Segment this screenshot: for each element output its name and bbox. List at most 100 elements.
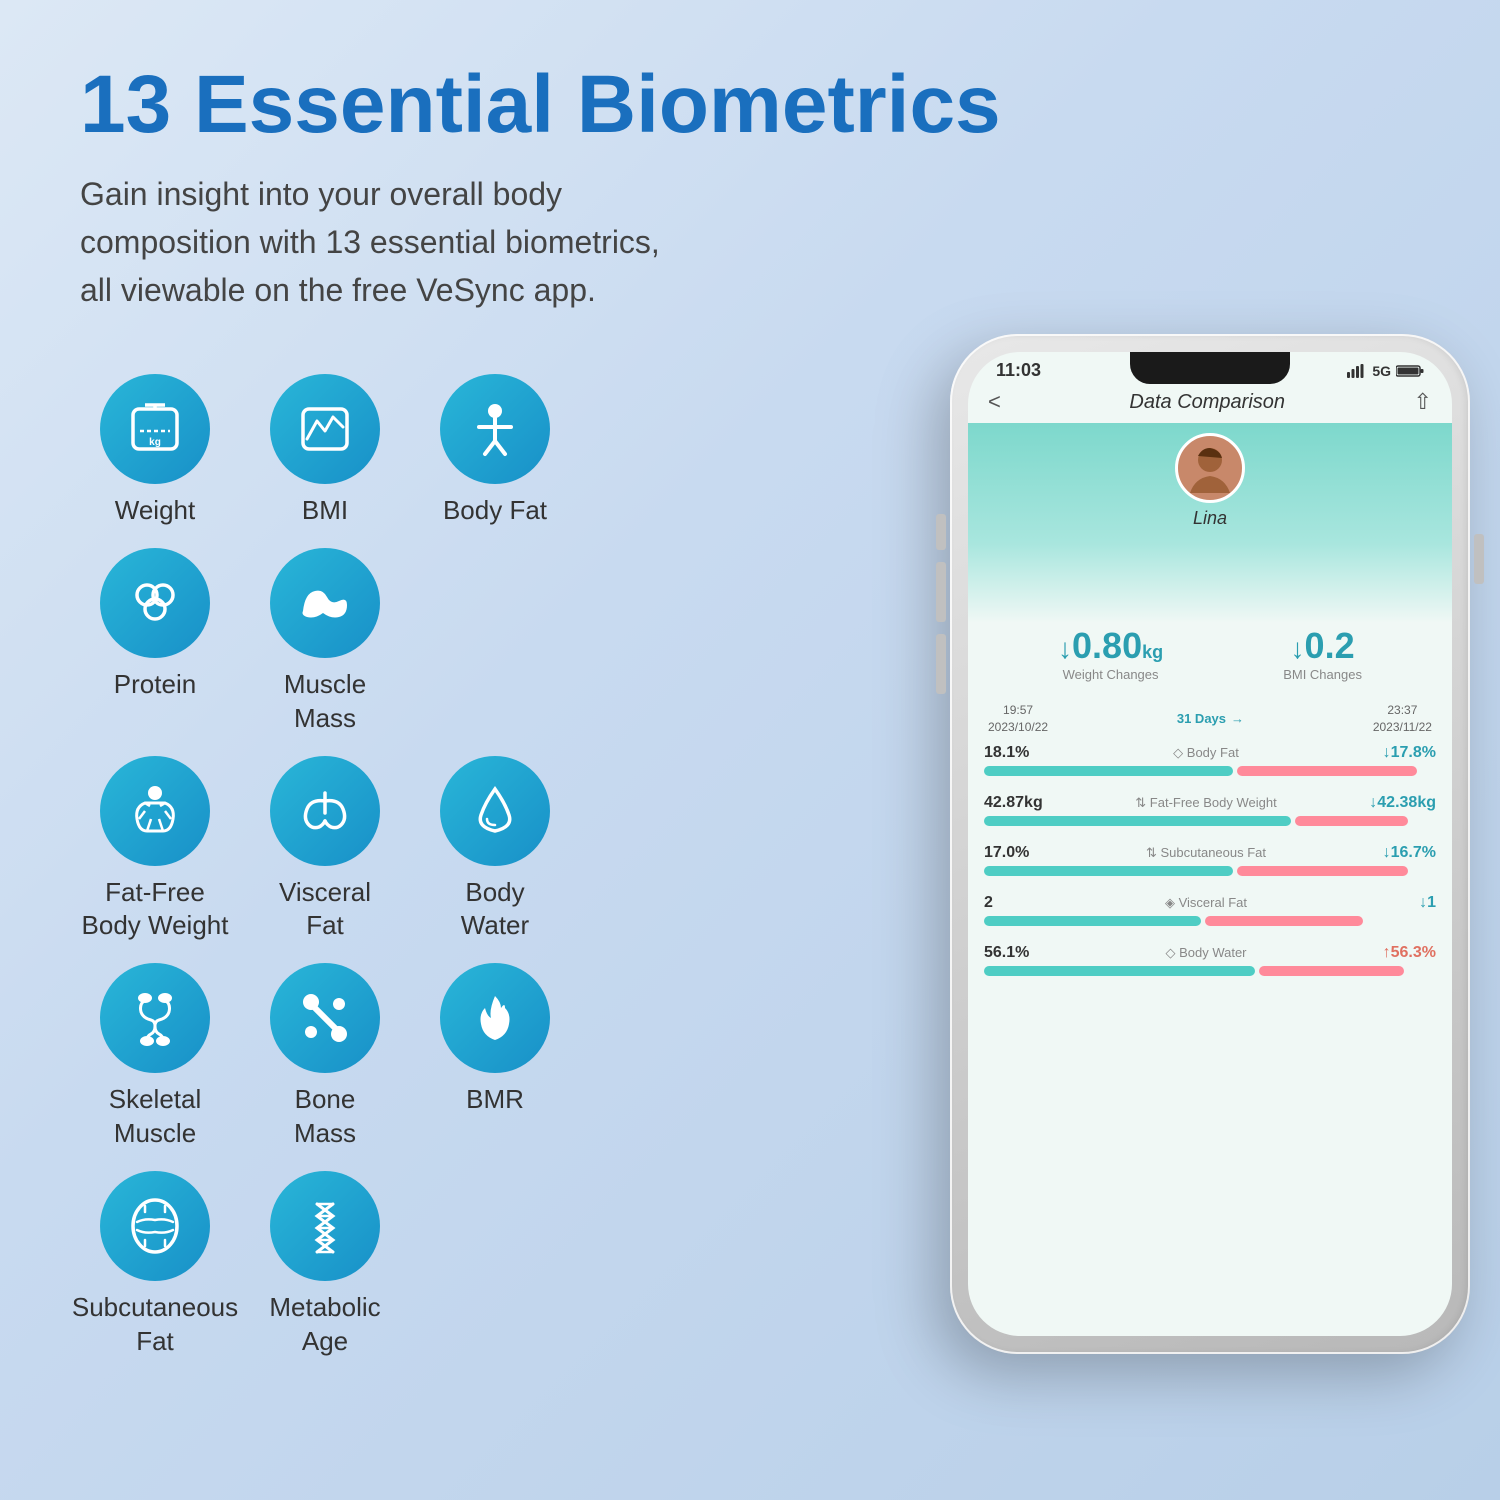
fatfree-center: ⇅ Fat-Free Body Weight	[1135, 795, 1276, 811]
bmi-change-metric: ↓0.2 BMI Changes	[1283, 625, 1362, 682]
bmr-icon-circle	[440, 963, 550, 1073]
fatfree-bar-pink	[1295, 816, 1408, 826]
bmi-change-label: BMI Changes	[1283, 667, 1362, 682]
volume-down-button	[936, 634, 946, 694]
body-fat-row: 18.1% ◇ Body Fat ↓17.8%	[984, 744, 1436, 776]
bmi-icon-circle	[270, 374, 380, 484]
icon-row-4: SkeletalMuscle BoneMass	[80, 963, 620, 1151]
body-fat-bar-pink	[1237, 766, 1418, 776]
subcutaneous-bar-green	[984, 866, 1233, 876]
icon-row-5: SubcutaneousFat Met	[80, 1171, 620, 1359]
status-icons: 5G	[1347, 363, 1424, 379]
visceral-bars	[984, 916, 1436, 926]
bodywater-row: 56.1% ◇ Body Water ↑56.3%	[984, 944, 1436, 976]
date-from: 19:57 2023/10/22	[988, 702, 1048, 736]
icon-item-skeletal: SkeletalMuscle	[80, 963, 230, 1151]
protein-icon-circle	[100, 548, 210, 658]
weight-label: Weight	[115, 494, 195, 528]
phone-section: 11:03 5G	[660, 374, 1440, 1424]
screen-title: Data Comparison	[1129, 391, 1285, 414]
bodywater-bar-green	[984, 966, 1255, 976]
bmi-change-value: ↓0.2	[1283, 625, 1362, 667]
dna-icon	[295, 1196, 355, 1256]
icon-row-1: kg Weight BMI	[80, 374, 620, 528]
icon-item-musclemass: Muscle Mass	[250, 548, 400, 736]
bonemass-label: BoneMass	[294, 1083, 356, 1151]
date-range-bar: 19:57 2023/10/22 31 Days → 23:37 2023/11…	[968, 694, 1452, 744]
muscle-icon	[295, 573, 355, 633]
body-icon	[465, 399, 525, 459]
bmi-label: BMI	[302, 494, 348, 528]
weight-change-metric: ↓↓0.800.80kg Weight Changes	[1058, 625, 1163, 682]
bone-icon	[295, 988, 355, 1048]
icon-item-bmr: BMR	[420, 963, 570, 1117]
fatfree-icon	[125, 781, 185, 841]
volume-mute-button	[936, 514, 946, 550]
bonemass-icon-circle	[270, 963, 380, 1073]
bodyfat-label: Body Fat	[443, 494, 547, 528]
body-fat-bars	[984, 766, 1436, 776]
subcutaneous-bars	[984, 866, 1436, 876]
phone-left-buttons	[936, 514, 946, 694]
visceral-center: ◈ Visceral Fat	[1165, 895, 1247, 911]
flame-icon	[465, 988, 525, 1048]
protein-label: Protein	[114, 668, 196, 702]
scale-icon: kg	[125, 399, 185, 459]
metrics-summary-row: ↓↓0.800.80kg Weight Changes ↓0.2 BMI Cha…	[968, 613, 1452, 694]
phone-notch	[1130, 352, 1290, 384]
subcutaneous-label: SubcutaneousFat	[72, 1291, 238, 1359]
skeletal-icon-circle	[100, 963, 210, 1073]
protein-icon	[125, 573, 185, 633]
battery-icon	[1396, 364, 1424, 378]
visceralfat-icon-circle	[270, 756, 380, 866]
phone-screen: 11:03 5G	[968, 352, 1452, 1336]
subcutaneous-bar-pink	[1237, 866, 1409, 876]
icon-item-bonemass: BoneMass	[250, 963, 400, 1151]
bodywater-label: BodyWater	[461, 876, 529, 944]
musclemass-label: Muscle Mass	[250, 668, 400, 736]
fatfree-right: ↓42.38kg	[1369, 794, 1436, 812]
subcutaneous-center: ⇅ Subcutaneous Fat	[1146, 845, 1266, 861]
page-headline: 13 Essential Biometrics	[80, 60, 1440, 150]
power-button	[1474, 534, 1484, 584]
network-type: 5G	[1372, 363, 1391, 379]
data-rows: 18.1% ◇ Body Fat ↓17.8%	[968, 744, 1452, 976]
icon-item-weight: kg Weight	[80, 374, 230, 528]
icon-item-visceralfat: VisceralFat	[250, 756, 400, 944]
icon-item-subcutaneous: SubcutaneousFat	[80, 1171, 230, 1359]
visceral-bar-pink	[1205, 916, 1363, 926]
subcutaneous-row: 17.0% ⇅ Subcutaneous Fat ↓16.7%	[984, 844, 1436, 876]
icon-item-bodywater: BodyWater	[420, 756, 570, 944]
bodywater-bars	[984, 966, 1436, 976]
fatfree-bars	[984, 816, 1436, 826]
fatfree-bar-green	[984, 816, 1291, 826]
skeletal-icon	[125, 988, 185, 1048]
metabolicage-icon-circle	[270, 1171, 380, 1281]
fatfree-label: Fat-FreeBody Weight	[82, 876, 229, 944]
bmr-label: BMR	[466, 1083, 524, 1117]
page-subtext: Gain insight into your overall body comp…	[80, 170, 680, 314]
musclemass-icon-circle	[270, 548, 380, 658]
hero-section: Lina	[968, 423, 1452, 623]
icons-section: kg Weight BMI	[80, 374, 620, 1368]
icon-item-protein: Protein	[80, 548, 230, 702]
visceral-right: ↓1	[1419, 894, 1436, 912]
weight-arrow: ↓	[1058, 633, 1072, 664]
page-container: 13 Essential Biometrics Gain insight int…	[0, 0, 1500, 1500]
bodywater-bar-pink	[1259, 966, 1404, 976]
subcutaneous-right: ↓16.7%	[1383, 844, 1436, 862]
visceralfat-label: VisceralFat	[279, 876, 371, 944]
body-fat-center: ◇ Body Fat	[1173, 745, 1239, 761]
signal-icon	[1347, 364, 1367, 378]
weight-icon-circle: kg	[100, 374, 210, 484]
subcutaneous-left: 17.0%	[984, 844, 1029, 862]
icon-item-fatfree: Fat-FreeBody Weight	[80, 756, 230, 944]
user-avatar	[1175, 433, 1245, 503]
back-button[interactable]: <	[988, 389, 1001, 415]
icon-row-2: Protein Muscle Mass	[80, 548, 620, 736]
skeletal-label: SkeletalMuscle	[109, 1083, 202, 1151]
icon-item-bmi: BMI	[250, 374, 400, 528]
drop-icon	[465, 781, 525, 841]
body-fat-bar-green	[984, 766, 1233, 776]
share-button[interactable]: ⇧	[1414, 389, 1432, 415]
